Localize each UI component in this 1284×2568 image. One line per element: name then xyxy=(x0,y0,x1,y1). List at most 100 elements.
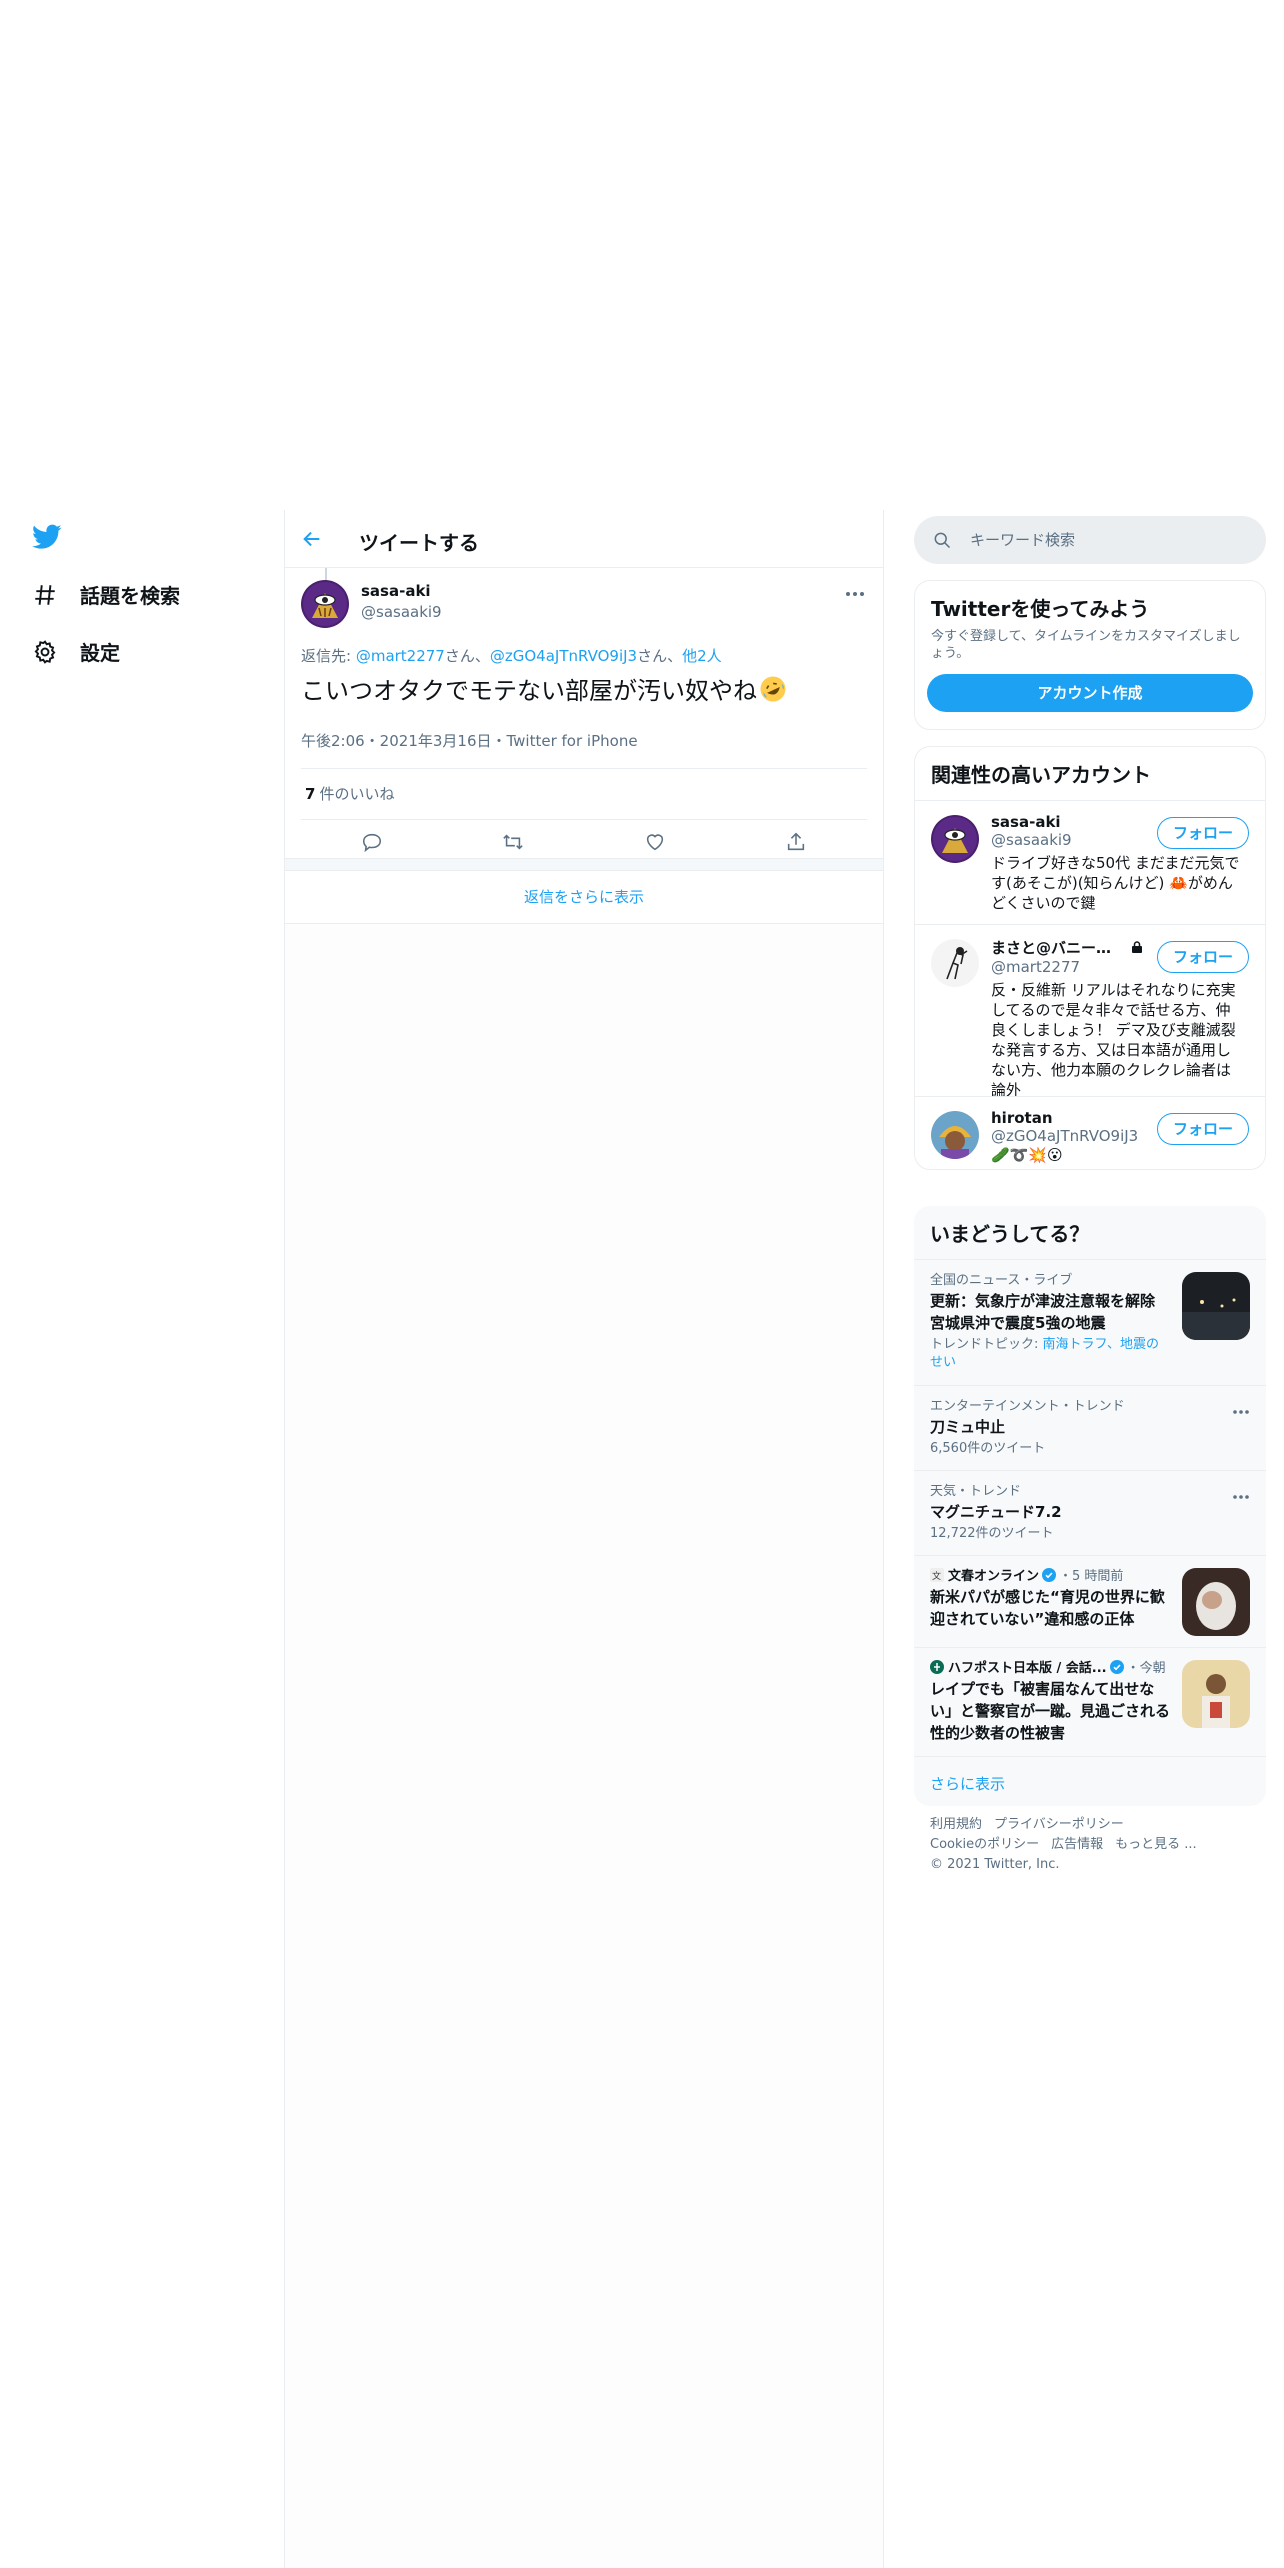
trend-headline: マグニチュード7.2 xyxy=(930,1503,1062,1521)
trend-tweet-count: 12,722件のツイート xyxy=(930,1526,1054,1541)
footer-link-more[interactable]: もっと見る ... xyxy=(1115,1837,1197,1852)
hashtag-icon xyxy=(32,582,58,608)
reply-user-link[interactable]: @zGO4aJTnRVO9iJ3 xyxy=(490,647,637,665)
nav-item-settings-label: 設定 xyxy=(80,641,120,665)
reply-san: さん、 xyxy=(444,647,490,665)
footer-link-terms[interactable]: 利用規約 xyxy=(930,1817,982,1832)
account-item[interactable]: まさと@バニー… @mart2277 反・反維新 リアルはそれなりに充実してるの… xyxy=(915,924,1265,1099)
likes-number: 7 xyxy=(305,785,316,803)
trend-headline: 刀ミュ中止 xyxy=(930,1418,1006,1436)
like-heart-icon[interactable] xyxy=(644,831,666,853)
footer-link-privacy[interactable]: プライバシーポリシー xyxy=(994,1817,1124,1832)
show-more-replies-link[interactable]: 返信をさらに表示 xyxy=(285,870,883,924)
news-headline: 新米パパが感じた“育児の世界に歓迎されていない”違和感の正体 xyxy=(930,1588,1165,1628)
retweet-icon[interactable] xyxy=(502,831,524,853)
reply-to-line: 返信先: @mart2277さん、@zGO4aJTnRVO9iJ3さん、他2人 xyxy=(301,645,722,666)
author-name[interactable]: sasa-aki xyxy=(361,582,431,600)
twitter-logo-icon[interactable] xyxy=(32,524,62,550)
reply-user-link[interactable]: @mart2277 xyxy=(356,647,445,665)
trend-item[interactable]: 天気・トレンド マグニチュード7.2 12,722件のツイート xyxy=(914,1470,1266,1555)
news-source: ハフポスト日本版 / 会話... xyxy=(948,1661,1107,1676)
news-time: ・今朝 xyxy=(1126,1661,1166,1676)
tweet-timestamp[interactable]: 午後2:06・2021年3月16日・Twitter for iPhone xyxy=(301,730,638,751)
account-bio: ドライブ好きな50代 まだまだ元気です(あそこが)(知らんけど) 🦀がめんどくさ… xyxy=(991,854,1240,912)
tweet-detail: sasa-aki @sasaaki9 返信先: @mart2277さん、@zGO… xyxy=(285,568,883,858)
reply-others-link[interactable]: 他2人 xyxy=(682,647,722,665)
trend-context: 全国のニュース・ライブ xyxy=(930,1273,1073,1288)
news-source-icon: 文 xyxy=(930,1568,944,1582)
trend-item[interactable]: 全国のニュース・ライブ 更新：気象庁が津波注意報を解除 宮城県沖で震度5強の地震… xyxy=(914,1259,1266,1385)
trends-title: いまどうしてる？ xyxy=(930,1222,1090,1246)
news-item[interactable]: 文文春オンライン ・5 時間前 新米パパが感じた“育児の世界に歓迎されていない”違… xyxy=(914,1555,1266,1647)
trend-thumbnail xyxy=(1182,1272,1250,1340)
avatar[interactable] xyxy=(931,939,979,987)
follow-button[interactable]: フォロー xyxy=(1157,817,1249,849)
account-bio: 🥒➰💥😮 xyxy=(991,1146,1063,1164)
trend-context: エンターテインメント・トレンド xyxy=(930,1399,1125,1414)
avatar[interactable] xyxy=(301,580,349,628)
likes-count[interactable]: 7 件のいいね xyxy=(305,783,394,804)
footer-link-ads[interactable]: 広告情報 xyxy=(1051,1837,1103,1852)
signup-title: Twitterを使ってみよう xyxy=(931,597,1150,621)
more-options-icon[interactable] xyxy=(1232,1400,1250,1414)
avatar[interactable] xyxy=(931,1111,979,1159)
verified-badge-icon xyxy=(1042,1568,1057,1582)
lock-icon xyxy=(1130,940,1144,954)
related-accounts-card: 関連性の高いアカウント sasa-aki @sasaaki9 ドライブ好きな50… xyxy=(914,746,1266,1170)
account-bio: 反・反維新 リアルはそれなりに充実してるので是々非々で話せる方、仲良くしましょう… xyxy=(991,981,1236,1099)
show-more-trends-link[interactable]: さらに表示 xyxy=(914,1756,1266,1806)
copyright: © 2021 Twitter, Inc. xyxy=(930,1857,1060,1872)
trend-headline: 更新：気象庁が津波注意報を解除 宮城県沖で震度5強の地震 xyxy=(930,1292,1156,1332)
gear-icon xyxy=(32,639,58,665)
rofl-emoji-icon xyxy=(759,675,787,703)
svg-text:文: 文 xyxy=(932,1570,941,1582)
likes-label: 件のいいね xyxy=(319,785,395,803)
more-options-icon[interactable] xyxy=(1232,1485,1250,1499)
reply-icon[interactable] xyxy=(361,831,383,853)
divider xyxy=(301,768,867,769)
nav-item-explore[interactable]: 話題を検索 xyxy=(32,580,180,609)
tweet-text: こいつオタクでモテない部屋が汚い奴やね xyxy=(301,674,787,708)
trend-topics: トレンドトピック: 南海トラフ、地震のせい xyxy=(930,1336,1170,1372)
search-box[interactable] xyxy=(914,516,1266,564)
follow-button[interactable]: フォロー xyxy=(1157,1113,1249,1145)
signup-description: 今すぐ登録して、タイムラインをカスタマイズしましょう。 xyxy=(931,629,1241,661)
section-gap xyxy=(285,858,883,870)
trend-topics-prefix: トレンドトピック: xyxy=(930,1337,1043,1352)
news-thumbnail xyxy=(1182,1660,1250,1728)
reply-san: さん、 xyxy=(637,647,683,665)
search-input[interactable] xyxy=(970,528,1240,552)
page-header: ツイートする xyxy=(285,510,883,568)
account-item[interactable]: hirotan @zGO4aJTnRVO9iJ3 🥒➰💥😮 フォロー xyxy=(915,1096,1265,1169)
account-item[interactable]: sasa-aki @sasaaki9 ドライブ好きな50代 まだまだ元気です(あ… xyxy=(915,800,1265,924)
news-source: 文春オンライン xyxy=(948,1569,1040,1584)
account-name-text: まさと@バニー… xyxy=(991,939,1112,957)
signup-card: Twitterを使ってみよう 今すぐ登録して、タイムラインをカスタマイズしましょ… xyxy=(914,580,1266,730)
trend-context: 天気・トレンド xyxy=(930,1484,1022,1499)
trend-item[interactable]: エンターテインメント・トレンド 刀ミュ中止 6,560件のツイート xyxy=(914,1385,1266,1470)
avatar[interactable] xyxy=(931,815,979,863)
page-title: ツイートする xyxy=(359,531,479,555)
reply-prefix: 返信先: xyxy=(301,647,356,665)
follow-button[interactable]: フォロー xyxy=(1157,941,1249,973)
back-arrow-icon[interactable] xyxy=(301,528,323,550)
tweet-text-body: こいつオタクでモテない部屋が汚い奴やね xyxy=(301,677,757,705)
news-time: ・5 時間前 xyxy=(1059,1569,1124,1584)
share-icon[interactable] xyxy=(785,831,807,853)
search-icon xyxy=(932,530,952,550)
author-handle[interactable]: @sasaaki9 xyxy=(361,603,442,621)
footer-links: 利用規約 プライバシーポリシー Cookieのポリシー 広告情報 もっと見る ... … xyxy=(930,1815,1260,1875)
trend-tweet-count: 6,560件のツイート xyxy=(930,1441,1046,1456)
news-item[interactable]: ハフポスト日本版 / 会話... ・今朝 レイプでも「被害届なんて出せない」と警察… xyxy=(914,1647,1266,1756)
create-account-button[interactable]: アカウント作成 xyxy=(927,674,1253,712)
footer-link-cookies[interactable]: Cookieのポリシー xyxy=(930,1837,1039,1852)
trends-card: いまどうしてる？ 全国のニュース・ライブ 更新：気象庁が津波注意報を解除 宮城県… xyxy=(914,1206,1266,1806)
main-column: ツイートする sasa-aki @sasaaki9 返信先: @mart2277… xyxy=(284,510,884,2568)
news-thumbnail xyxy=(1182,1568,1250,1636)
related-accounts-title: 関連性の高いアカウント xyxy=(931,763,1151,787)
more-options-icon[interactable] xyxy=(845,582,865,596)
nav-item-settings[interactable]: 設定 xyxy=(32,637,120,666)
news-source-icon xyxy=(930,1660,944,1674)
news-headline: レイプでも「被害届なんて出せない」と警察官が一蹴。見過ごされる性的少数者の性被害 xyxy=(930,1680,1171,1742)
news-source-line: 文文春オンライン ・5 時間前 xyxy=(930,1568,1170,1586)
